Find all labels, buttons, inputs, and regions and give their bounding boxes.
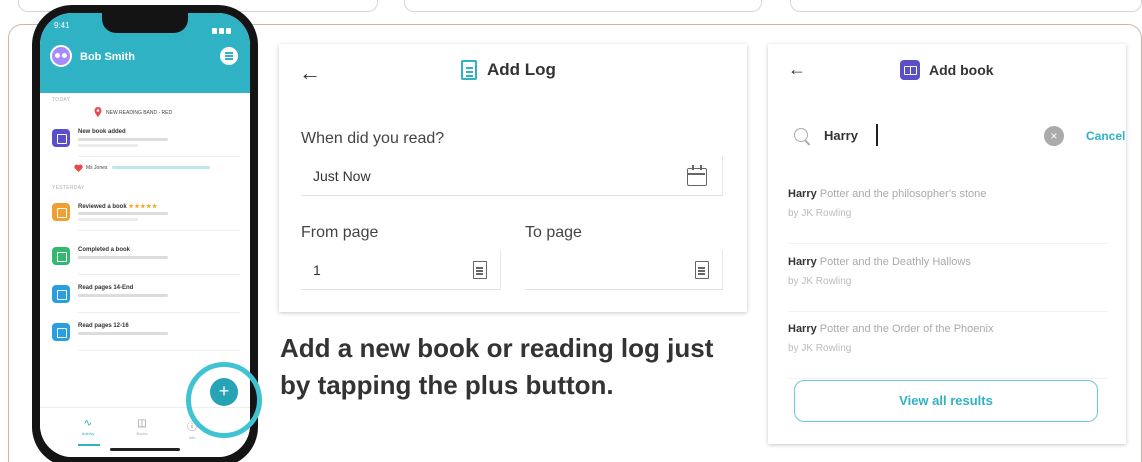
books-icon: ◫ <box>137 418 147 429</box>
add-book-card: ← Add book × Cancel Harry Potter and the… <box>768 44 1126 444</box>
search-bar: × Cancel <box>786 120 1125 156</box>
divider <box>78 156 240 157</box>
clear-icon[interactable]: × <box>1044 126 1064 146</box>
divider <box>78 274 240 275</box>
from-page-value: 1 <box>313 262 321 278</box>
search-input[interactable] <box>824 128 1024 143</box>
result-title: Harry Potter and the Order of the Phoeni… <box>788 323 994 335</box>
result-author: by JK Rowling <box>788 276 852 287</box>
item-subtitle <box>78 294 168 297</box>
menu-icon[interactable] <box>220 47 238 65</box>
item-title: New book added <box>78 129 126 135</box>
back-arrow-icon[interactable]: ← <box>299 62 321 84</box>
result-title: Harry Potter and the philosopher's stone <box>788 188 987 200</box>
list-item[interactable]: Read pages 12-16 <box>52 319 240 351</box>
item-subtitle-2 <box>78 144 138 147</box>
page-icon <box>695 261 709 279</box>
avatar[interactable] <box>50 45 72 67</box>
item-subtitle-2 <box>78 218 138 221</box>
when-label: When did you read? <box>301 130 445 147</box>
search-result[interactable]: Harry Potter and the philosopher's stone… <box>788 188 1108 244</box>
document-icon <box>461 60 477 80</box>
cancel-button[interactable]: Cancel <box>1086 129 1125 143</box>
divider <box>78 312 240 313</box>
list-item[interactable]: Completed a book <box>52 243 240 275</box>
search-result[interactable]: Harry Potter and the Deathly Hallows by … <box>788 256 1108 312</box>
when-value: Just Now <box>313 168 371 184</box>
divider <box>78 230 240 231</box>
heart-icon <box>74 164 83 172</box>
tab-activity[interactable]: ∿ Activity <box>78 418 98 436</box>
from-page-field[interactable]: 1 <box>301 250 501 290</box>
status-icons <box>210 21 236 34</box>
heart-note: Ms Jones <box>86 165 108 171</box>
activity-icon: ∿ <box>83 418 93 429</box>
book-icon <box>900 60 920 80</box>
page-title: Add Log <box>487 60 556 79</box>
list-item[interactable]: New book added <box>52 125 240 157</box>
search-result[interactable]: Harry Potter and the Order of the Phoeni… <box>788 323 1108 379</box>
item-subtitle <box>78 138 168 141</box>
top-tab-2 <box>404 0 762 12</box>
section-today: TODAY <box>52 97 71 103</box>
calendar-icon[interactable] <box>687 165 707 186</box>
item-title: Reviewed a book ★★★★★ <box>78 204 158 210</box>
item-subtitle <box>78 212 168 215</box>
rating-stars: ★★★★★ <box>128 204 158 210</box>
list-item[interactable]: Read pages 14-End <box>52 281 240 313</box>
status-time: 9:41 <box>54 21 70 30</box>
search-icon <box>794 128 808 142</box>
item-subtitle <box>78 332 168 335</box>
view-all-results-button[interactable]: View all results <box>794 380 1098 422</box>
page-title: Add book <box>929 62 994 78</box>
user-name: Bob Smith <box>80 51 135 63</box>
check-book-icon <box>52 247 70 265</box>
add-fab-button[interactable]: + <box>210 378 238 406</box>
list-item[interactable]: Reviewed a book ★★★★★ <box>52 199 240 231</box>
home-indicator <box>110 448 180 451</box>
heart-note-detail <box>112 166 210 169</box>
stage: 9:41 Bob Smith TODAY NEW READING BAND - … <box>0 0 1142 462</box>
page-icon <box>473 261 487 279</box>
star-badge-icon <box>52 203 70 221</box>
section-yesterday: YESTERDAY <box>52 185 85 191</box>
tab-books[interactable]: ◫ Books <box>132 418 152 436</box>
result-author: by JK Rowling <box>788 208 852 219</box>
page-icon <box>52 285 70 303</box>
back-arrow-icon[interactable]: ← <box>788 60 806 78</box>
from-page-label: From page <box>301 224 379 241</box>
to-page-label: To page <box>525 224 582 241</box>
milestone-note: NEW READING BAND - RED <box>106 110 173 116</box>
add-log-header: Add Log <box>461 60 556 80</box>
add-log-card: ← Add Log When did you read? Just Now Fr… <box>279 44 747 312</box>
divider <box>78 350 240 351</box>
book-icon <box>52 129 70 147</box>
to-page-field[interactable] <box>525 250 723 290</box>
caption-text: Add a new book or reading log just by ta… <box>280 333 714 400</box>
text-caret <box>876 124 878 146</box>
add-book-header: Add book <box>900 60 994 80</box>
item-title: Read pages 14-End <box>78 285 134 291</box>
location-pin-icon <box>94 107 102 117</box>
when-field[interactable]: Just Now <box>301 156 723 196</box>
item-title: Read pages 12-16 <box>78 323 129 329</box>
active-tab-indicator <box>78 444 100 446</box>
item-subtitle <box>78 256 168 259</box>
page-icon <box>52 323 70 341</box>
result-title: Harry Potter and the Deathly Hallows <box>788 256 971 268</box>
item-title: Completed a book <box>78 247 131 253</box>
top-tab-3 <box>790 0 1142 12</box>
phone-notch <box>102 13 188 33</box>
result-author: by JK Rowling <box>788 343 852 354</box>
